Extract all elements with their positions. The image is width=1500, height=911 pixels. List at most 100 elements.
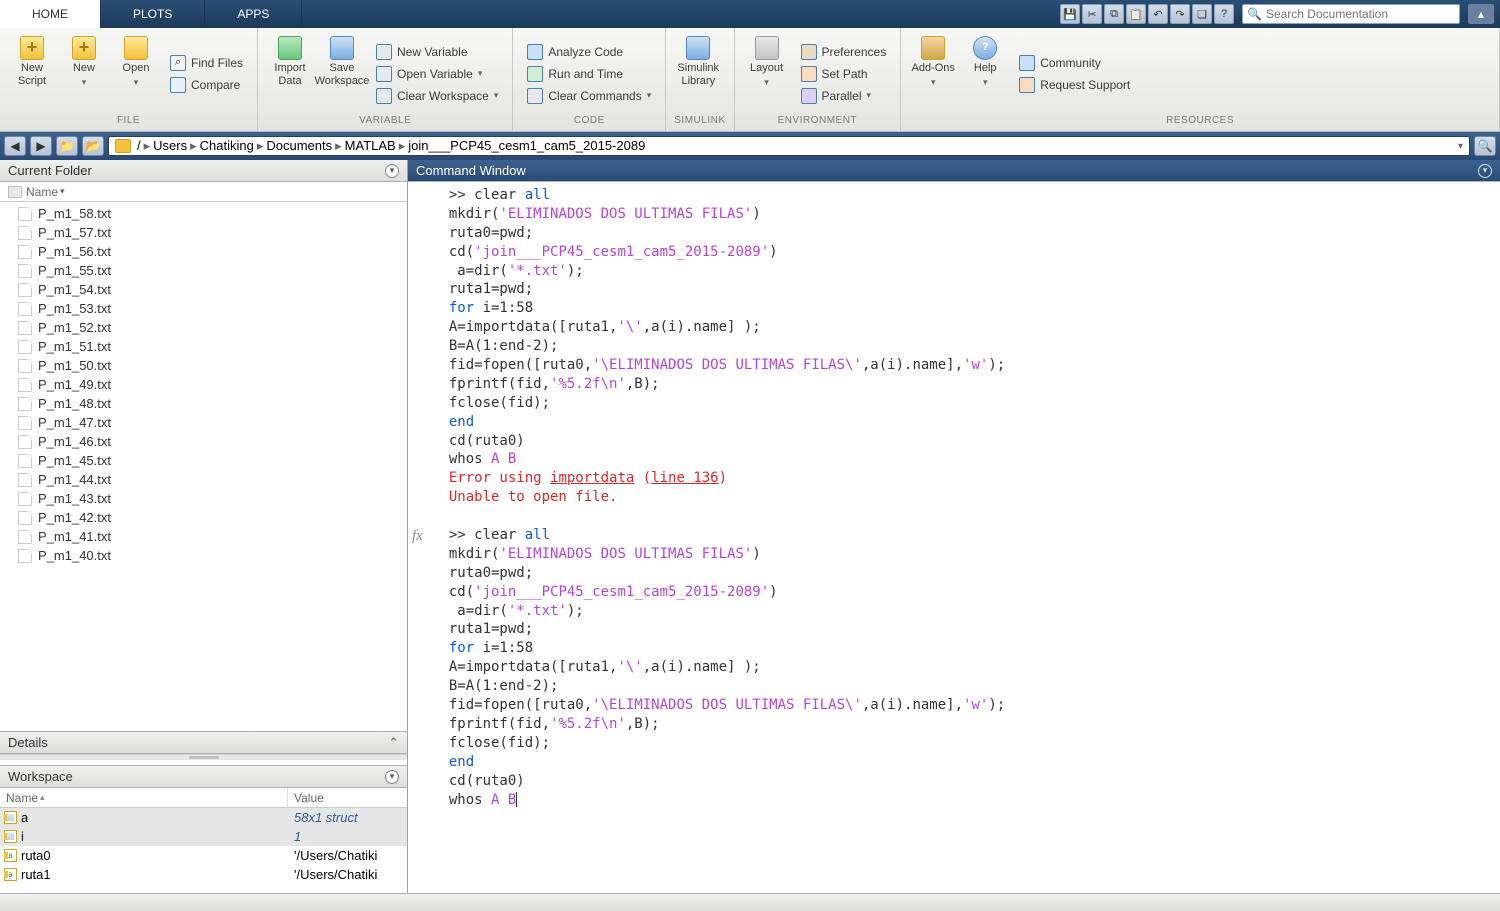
panel-menu-icon[interactable]: ▾ [385, 770, 399, 784]
tab-apps[interactable]: APPS [205, 0, 302, 28]
tab-home[interactable]: HOME [0, 0, 101, 28]
file-item[interactable]: P_m1_54.txt [0, 280, 407, 299]
breadcrumb-segment[interactable]: join___PCP45_cesm1_cam5_2015-2089 [408, 138, 645, 153]
breadcrumb-separator-icon: ▸ [190, 138, 197, 153]
address-bar: ◀ ▶ 📁 📂 /▸Users▸Chatiking▸Documents▸MATL… [0, 132, 1500, 160]
open-button[interactable]: Open [112, 32, 160, 115]
parallel-button[interactable]: Parallel [795, 85, 893, 107]
workspace-row[interactable]: a58x1 struct [0, 808, 407, 827]
breadcrumb-segment[interactable]: Users [153, 138, 187, 153]
file-item[interactable]: P_m1_52.txt [0, 318, 407, 337]
file-item[interactable]: P_m1_57.txt [0, 223, 407, 242]
details-resize-handle[interactable] [0, 754, 407, 760]
new-button[interactable]: New [60, 32, 108, 115]
qa-cut-icon[interactable]: ✂ [1082, 4, 1102, 24]
text-file-icon [18, 492, 32, 506]
set-path-button[interactable]: Set Path [795, 63, 893, 85]
current-folder-title[interactable]: Current Folder ▾ [0, 160, 407, 182]
search-documentation[interactable]: 🔍 [1242, 4, 1460, 24]
file-item[interactable]: P_m1_56.txt [0, 242, 407, 261]
file-item[interactable]: P_m1_48.txt [0, 394, 407, 413]
search-documentation-input[interactable] [1266, 7, 1455, 21]
workspace-row[interactable]: i1 [0, 827, 407, 846]
command-window-body[interactable]: >> clear all mkdir('ELIMINADOS DOS ULTIM… [408, 182, 1500, 893]
details-title[interactable]: Details ⌃ [0, 732, 407, 754]
file-item[interactable]: P_m1_45.txt [0, 451, 407, 470]
run-and-time-button[interactable]: Run and Time [521, 63, 657, 85]
file-item[interactable]: P_m1_55.txt [0, 261, 407, 280]
simulink-library-button[interactable]: Simulink Library [674, 32, 722, 115]
qa-paste-icon[interactable]: 📋 [1126, 4, 1146, 24]
new-variable-button[interactable]: New Variable [370, 41, 504, 63]
browse-folder-button[interactable]: 📂 [82, 136, 104, 156]
file-name: P_m1_51.txt [38, 339, 111, 354]
group-simulink: Simulink Library SIMULINK [666, 28, 734, 131]
file-item[interactable]: P_m1_58.txt [0, 204, 407, 223]
community-button[interactable]: Community [1013, 52, 1136, 74]
open-variable-button[interactable]: Open Variable [370, 63, 504, 85]
variable-name: i [21, 829, 24, 844]
file-item[interactable]: P_m1_40.txt [0, 546, 407, 565]
file-item[interactable]: P_m1_50.txt [0, 356, 407, 375]
layout-button[interactable]: Layout [743, 32, 791, 115]
analyze-code-icon [527, 44, 543, 60]
breadcrumb-segment[interactable]: Documents [266, 138, 332, 153]
up-folder-button[interactable]: 📁 [56, 136, 78, 156]
clear-workspace-button[interactable]: Clear Workspace [370, 85, 504, 107]
breadcrumb[interactable]: /▸Users▸Chatiking▸Documents▸MATLAB▸join_… [108, 136, 1470, 156]
file-item[interactable]: P_m1_47.txt [0, 413, 407, 432]
file-item[interactable]: P_m1_46.txt [0, 432, 407, 451]
import-data-button[interactable]: Import Data [266, 32, 314, 115]
breadcrumb-segment[interactable]: Chatiking [200, 138, 254, 153]
file-item[interactable]: P_m1_41.txt [0, 527, 407, 546]
preferences-button[interactable]: Preferences [795, 41, 893, 63]
tab-plots[interactable]: PLOTS [101, 0, 205, 28]
workspace-header[interactable]: Name ▴ Value [0, 788, 407, 808]
minimize-toolstrip-icon[interactable]: ▴ [1468, 4, 1494, 24]
browse-search-button[interactable]: 🔍 [1474, 136, 1496, 156]
breadcrumb-segment[interactable]: / [137, 138, 141, 153]
file-item[interactable]: P_m1_44.txt [0, 470, 407, 489]
compare-button[interactable]: Compare [164, 74, 249, 96]
request-support-button[interactable]: Request Support [1013, 74, 1136, 96]
file-item[interactable]: P_m1_51.txt [0, 337, 407, 356]
panel-menu-icon[interactable]: ▾ [385, 164, 399, 178]
file-name: P_m1_57.txt [38, 225, 111, 240]
help-button[interactable]: Help [961, 32, 1009, 115]
text-file-icon [18, 226, 32, 240]
workspace-title[interactable]: Workspace ▾ [0, 766, 407, 788]
clear-workspace-icon [376, 88, 392, 104]
text-file-icon [18, 454, 32, 468]
qa-copy-icon[interactable]: ⧉ [1104, 4, 1124, 24]
file-item[interactable]: P_m1_43.txt [0, 489, 407, 508]
workspace-row[interactable]: ruta0'/Users/Chatiki [0, 846, 407, 865]
qa-redo-icon[interactable]: ↷ [1170, 4, 1190, 24]
open-folder-icon [124, 36, 148, 60]
back-button[interactable]: ◀ [4, 136, 26, 156]
qa-save-icon[interactable]: 💾 [1060, 4, 1080, 24]
forward-button[interactable]: ▶ [30, 136, 52, 156]
save-workspace-button[interactable]: Save Workspace [318, 32, 366, 115]
addons-button[interactable]: Add-Ons [909, 32, 957, 115]
group-resources: Add-Ons Help Community Request Support R… [901, 28, 1500, 131]
panel-menu-icon[interactable]: ▾ [1478, 164, 1492, 178]
file-item[interactable]: P_m1_49.txt [0, 375, 407, 394]
qa-undo-icon[interactable]: ↶ [1148, 4, 1168, 24]
file-name: P_m1_42.txt [38, 510, 111, 525]
find-files-button[interactable]: Find Files [164, 52, 249, 74]
file-name: P_m1_54.txt [38, 282, 111, 297]
current-folder-list[interactable]: P_m1_58.txt P_m1_57.txt P_m1_56.txtP_m1_55… [0, 202, 407, 731]
file-item[interactable]: P_m1_42.txt [0, 508, 407, 527]
workspace-row[interactable]: ruta1'/Users/Chatiki [0, 865, 407, 884]
new-script-button[interactable]: New Script [8, 32, 56, 115]
workspace-list[interactable]: a58x1 structi1ruta0'/Users/Chatikiruta1'… [0, 808, 407, 893]
qa-switch-windows-icon[interactable]: ❏ [1192, 4, 1212, 24]
file-item[interactable]: P_m1_53.txt [0, 299, 407, 318]
file-name: P_m1_40.txt [38, 548, 111, 563]
clear-commands-button[interactable]: Clear Commands [521, 85, 657, 107]
qa-help-icon[interactable]: ? [1214, 4, 1234, 24]
breadcrumb-segment[interactable]: MATLAB [345, 138, 396, 153]
analyze-code-button[interactable]: Analyze Code [521, 41, 657, 63]
current-folder-header[interactable]: Name▾ [0, 182, 407, 202]
command-window-title[interactable]: Command Window ▾ [408, 160, 1500, 182]
